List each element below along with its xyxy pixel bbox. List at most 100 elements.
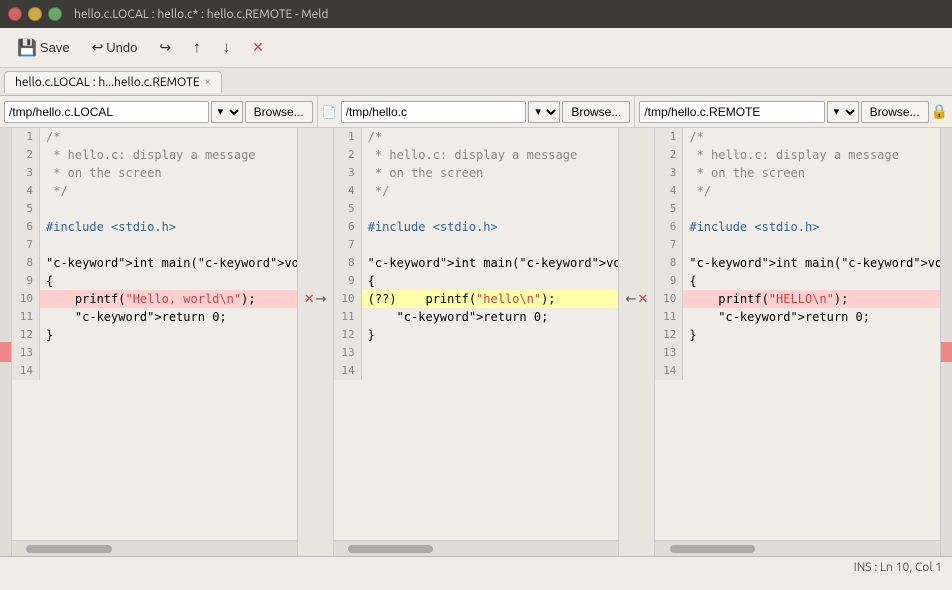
line-content[interactable]: #include <stdio.h> (362, 218, 619, 236)
diff-line-row: 10 printf("HELLO\n"); (655, 290, 940, 308)
remote-hscroll-thumb (670, 545, 755, 553)
line-content[interactable] (362, 200, 619, 218)
line-content[interactable]: /* (40, 128, 297, 146)
undo-button[interactable]: ↩ Undo (83, 35, 147, 60)
line-content[interactable] (683, 362, 940, 380)
line-content[interactable]: { (362, 272, 619, 290)
line-content[interactable]: } (40, 326, 297, 344)
line-content[interactable]: */ (683, 182, 940, 200)
line-content[interactable]: "c-keyword">return 0; (683, 308, 940, 326)
line-content[interactable] (362, 236, 619, 254)
diff-line-row: 2 * hello.c: display a message (12, 146, 297, 164)
maximize-button[interactable] (48, 7, 62, 21)
line-content[interactable]: * hello.c: display a message (40, 146, 297, 164)
line-content[interactable]: printf("HELLO\n"); (683, 290, 940, 308)
center-diff-lines[interactable]: 1/*2 * hello.c: display a message3 * on … (334, 128, 619, 540)
save-button[interactable]: 💾 Save (8, 34, 79, 62)
line-content[interactable]: */ (362, 182, 619, 200)
stop-button[interactable]: ✕ (243, 35, 273, 60)
line-content[interactable] (40, 200, 297, 218)
line-content[interactable]: * hello.c: display a message (683, 146, 940, 164)
tab-label: hello.c.LOCAL : h...hello.c.REMOTE (15, 76, 200, 89)
line-content[interactable]: } (362, 326, 619, 344)
line-content[interactable] (362, 344, 619, 362)
remote-path-input[interactable] (639, 101, 824, 123)
line-number: 10 (655, 290, 683, 308)
reject-left-icon[interactable]: ✕ (304, 292, 315, 307)
diff-line-row: 13 (12, 344, 297, 362)
local-path-dropdown[interactable]: ▾ (211, 101, 243, 123)
line-content[interactable]: (??) printf("hello\n"); (362, 290, 619, 308)
line-content[interactable]: "c-keyword">return 0; (40, 308, 297, 326)
line-content[interactable]: /* (683, 128, 940, 146)
center-path-input[interactable] (341, 101, 527, 123)
save-icon: 💾 (17, 38, 37, 58)
close-button[interactable] (8, 7, 22, 21)
line-content[interactable]: #include <stdio.h> (683, 218, 940, 236)
line-content[interactable] (40, 236, 297, 254)
reject-right-icon[interactable]: ✕ (637, 292, 648, 307)
remote-browse-button[interactable]: Browse... (861, 101, 929, 123)
line-content[interactable]: "c-keyword">int main("c-keyword">void) (362, 254, 619, 272)
line-content[interactable]: */ (40, 182, 297, 200)
line-number: 7 (655, 236, 683, 254)
line-content[interactable]: "c-keyword">int main("c-keyword">void) (40, 254, 297, 272)
center-hscroll[interactable] (334, 540, 619, 556)
tab-close-button[interactable]: × (205, 76, 211, 88)
line-content[interactable]: } (683, 326, 940, 344)
line-content[interactable] (40, 362, 297, 380)
remote-diff-lines[interactable]: 1/*2 * hello.c: display a message3 * on … (655, 128, 940, 540)
line-number: 6 (334, 218, 362, 236)
line-content[interactable]: * on the screen (362, 164, 619, 182)
redo-button[interactable]: ↪ (150, 35, 180, 60)
diff-line-row: 12} (655, 326, 940, 344)
local-diff-lines[interactable]: 1/*2 * hello.c: display a message3 * on … (12, 128, 297, 540)
line-content[interactable]: "c-keyword">int main("c-keyword">void) (683, 254, 940, 272)
diff-line-row: 3 * on the screen (655, 164, 940, 182)
line-number: 9 (334, 272, 362, 290)
diff-line-row: 8"c-keyword">int main("c-keyword">void) (12, 254, 297, 272)
line-content[interactable]: #include <stdio.h> (40, 218, 297, 236)
tabbar: hello.c.LOCAL : h...hello.c.REMOTE × (0, 68, 952, 96)
diff-line-row: 13 (655, 344, 940, 362)
line-number: 13 (334, 344, 362, 362)
line-content[interactable]: /* (362, 128, 619, 146)
line-number: 3 (334, 164, 362, 182)
move-down-button[interactable]: ↓ (214, 35, 240, 60)
diff-line-row: 5 (655, 200, 940, 218)
local-hscroll[interactable] (12, 540, 297, 556)
window-title: hello.c.LOCAL : hello.c* : hello.c.REMOT… (74, 8, 328, 21)
line-content[interactable] (683, 200, 940, 218)
diff-line-row: 14 (334, 362, 619, 380)
line-content[interactable] (683, 344, 940, 362)
center-path-dropdown[interactable]: ▾ (528, 101, 560, 123)
move-up-button[interactable]: ↑ (184, 35, 210, 60)
left-scrollbar[interactable] (0, 128, 12, 556)
line-number: 14 (12, 362, 40, 380)
remote-hscroll[interactable] (655, 540, 940, 556)
line-number: 1 (12, 128, 40, 146)
line-content[interactable]: * on the screen (683, 164, 940, 182)
tab-main[interactable]: hello.c.LOCAL : h...hello.c.REMOTE × (4, 71, 222, 93)
minimize-button[interactable] (28, 7, 42, 21)
center-browse-button[interactable]: Browse... (562, 101, 630, 123)
line-content[interactable]: { (683, 272, 940, 290)
line-number: 11 (655, 308, 683, 326)
local-browse-button[interactable]: Browse... (245, 101, 313, 123)
right-scrollbar[interactable] (940, 128, 952, 556)
remote-path-dropdown[interactable]: ▾ (827, 101, 859, 123)
line-number: 2 (655, 146, 683, 164)
arrow-right-icon[interactable]: → (316, 292, 327, 307)
arrow-left-icon[interactable]: ← (625, 292, 636, 307)
line-number: 2 (12, 146, 40, 164)
line-content[interactable] (362, 362, 619, 380)
line-content[interactable]: * hello.c: display a message (362, 146, 619, 164)
line-content[interactable]: * on the screen (40, 164, 297, 182)
line-content[interactable]: { (40, 272, 297, 290)
line-content[interactable]: printf("Hello, world\n"); (40, 290, 297, 308)
local-path-input[interactable] (4, 101, 209, 123)
line-content[interactable] (683, 236, 940, 254)
diff-line-row: 2 * hello.c: display a message (655, 146, 940, 164)
line-content[interactable]: "c-keyword">return 0; (362, 308, 619, 326)
line-content[interactable] (40, 344, 297, 362)
